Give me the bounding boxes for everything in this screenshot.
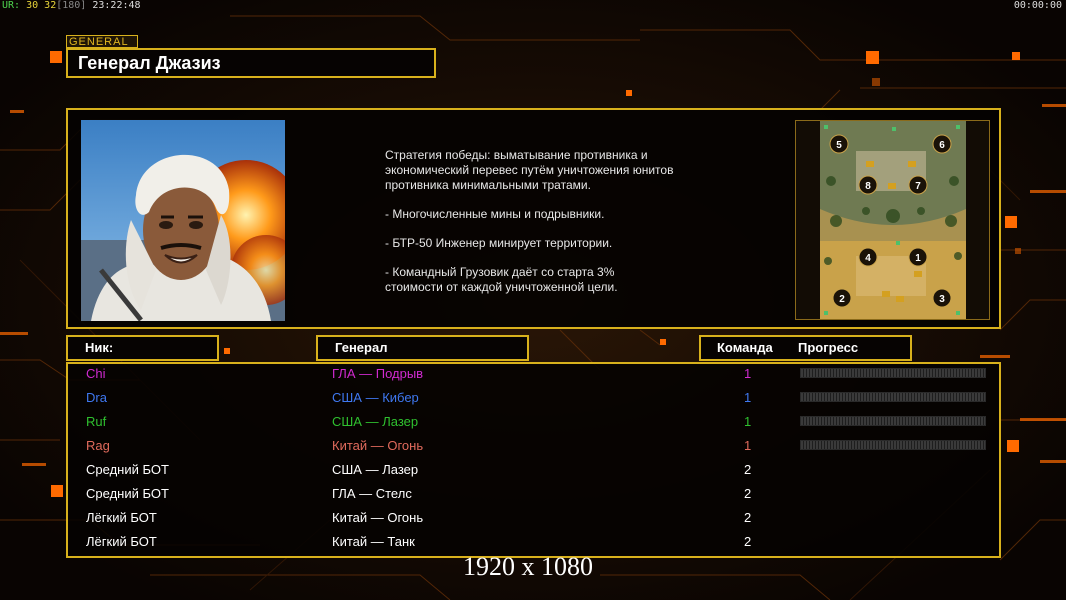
description-point-3: - Командный Грузовик даёт со старта 3% с… xyxy=(385,265,618,294)
player-nick: Dra xyxy=(86,390,107,405)
player-general: США — Кибер xyxy=(332,390,419,405)
player-progress-bar xyxy=(800,392,986,402)
player-general: Китай — Огонь xyxy=(332,510,424,525)
player-nick: Ruf xyxy=(86,414,107,429)
player-team: 2 xyxy=(744,510,752,525)
general-description: Стратегия победы: выматывание противника… xyxy=(385,148,765,309)
player-progress-bar xyxy=(800,368,986,378)
description-point-1: - Многочисленные мины и подрывники. xyxy=(385,207,605,221)
player-row[interactable]: Лёгкий БОТ Китай — Танк 2 xyxy=(68,530,999,554)
general-portrait-image xyxy=(81,120,285,321)
spawn-label-6: 6 xyxy=(939,140,945,151)
map-preview-image: 5 6 8 7 4 1 2 3 xyxy=(820,121,966,319)
general-name: Генерал Джазиз xyxy=(66,48,436,78)
spawn-label-7: 7 xyxy=(915,181,921,192)
hud-value-2: 32 xyxy=(44,0,57,11)
player-row[interactable]: Chi ГЛА — Подрыв 1 xyxy=(68,362,999,386)
player-nick: Chi xyxy=(86,366,106,381)
player-nick: Rag xyxy=(86,438,110,453)
player-row[interactable]: Лёгкий БОТ Китай — Огонь 2 xyxy=(68,506,999,530)
player-row[interactable]: Ruf США — Лазер 1 xyxy=(68,410,999,434)
player-progress-bar xyxy=(800,440,986,450)
map-preview[interactable]: 5 6 8 7 4 1 2 3 xyxy=(795,120,990,320)
spawn-label-3: 3 xyxy=(939,294,945,305)
hud-timer: 00:00:00 xyxy=(1013,0,1062,11)
description-point-2: - БТР-50 Инженер минирует территории. xyxy=(385,236,613,250)
player-team: 1 xyxy=(744,366,752,381)
hud-clock: 23:22:48 xyxy=(92,0,141,11)
player-general: США — Лазер xyxy=(332,414,419,429)
player-team: 1 xyxy=(744,390,752,405)
player-general: США — Лазер xyxy=(332,462,419,477)
player-team: 2 xyxy=(744,486,752,501)
general-portrait xyxy=(81,120,285,321)
hud-value-1: 30 xyxy=(26,0,39,11)
spawn-label-8: 8 xyxy=(865,181,871,192)
resolution-label: 1920 x 1080 xyxy=(463,552,593,581)
player-nick: Лёгкий БОТ xyxy=(86,534,157,549)
column-header-team: Команда xyxy=(717,340,773,355)
hud-stats: UR: 30 32[180] 23:22:48 xyxy=(2,0,141,12)
description-strategy: Стратегия победы: выматывание противника… xyxy=(385,148,674,192)
player-team: 1 xyxy=(744,438,752,453)
player-row[interactable]: Средний БОТ ГЛА — Стелс 2 xyxy=(68,482,999,506)
general-info-panel: Стратегия победы: выматывание противника… xyxy=(66,108,1001,329)
player-row[interactable]: Средний БОТ США — Лазер 2 xyxy=(68,458,999,482)
hud-label: UR: xyxy=(2,0,21,11)
player-general: ГЛА — Подрыв xyxy=(332,366,424,381)
spawn-label-2: 2 xyxy=(839,294,845,305)
player-team: 1 xyxy=(744,414,752,429)
column-header-nick: Ник: xyxy=(66,335,219,361)
player-team: 2 xyxy=(744,462,752,477)
column-header-general: Генерал xyxy=(316,335,529,361)
column-header-progress: Прогресс xyxy=(798,340,859,355)
player-row[interactable]: Rag Китай — Огонь 1 xyxy=(68,434,999,458)
spawn-label-1: 1 xyxy=(915,253,921,264)
column-header-team-progress: Команда Прогресс xyxy=(699,335,912,361)
player-general: ГЛА — Стелс xyxy=(332,486,412,501)
player-nick: Средний БОТ xyxy=(86,462,169,477)
player-nick: Средний БОТ xyxy=(86,486,169,501)
hud-value-3: [180] xyxy=(56,0,87,11)
player-general: Китай — Танк xyxy=(332,534,415,549)
player-row[interactable]: Dra США — Кибер 1 xyxy=(68,386,999,410)
player-progress-bar xyxy=(800,416,986,426)
spawn-label-4: 4 xyxy=(865,253,871,264)
player-team: 2 xyxy=(744,534,752,549)
player-general: Китай — Огонь xyxy=(332,438,424,453)
player-list: Chi ГЛА — Подрыв 1 Dra США — Кибер 1 Ruf… xyxy=(66,362,1001,558)
general-tag: GENERAL xyxy=(66,35,138,48)
player-nick: Лёгкий БОТ xyxy=(86,510,157,525)
spawn-label-5: 5 xyxy=(836,140,842,151)
